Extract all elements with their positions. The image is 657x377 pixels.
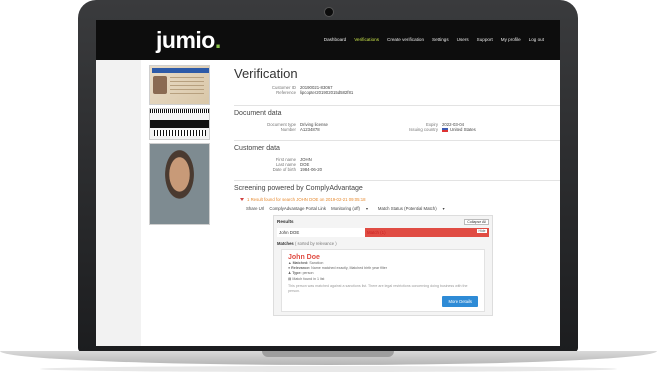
results-panel: Results Collapse All John DOE Match (1) … [273, 215, 493, 316]
screening-result-toggle[interactable]: 1 Result found for search JOHN DOE on 20… [240, 197, 560, 202]
monitoring-label: Monitoring (off) [331, 206, 360, 211]
screening-title: Screening powered by ComplyAdvantage [234, 185, 363, 192]
page-title: Verification [234, 66, 298, 81]
laptop-shadow [40, 366, 617, 372]
collapse-all-button[interactable]: Collapse All [464, 219, 489, 225]
matches-header: Matches ( sorted by relevance ) [277, 241, 489, 246]
license-back-magstripe [150, 120, 209, 128]
document-data-col-right: Expiry 2022-03-04 Issuing country United S… [384, 122, 476, 132]
caret-down-icon: ▼ [365, 207, 369, 211]
webcam-icon [324, 7, 334, 17]
monitoring-dropdown[interactable]: Monitoring (off) ▼ [331, 206, 373, 211]
nav-item-dashboard[interactable]: Dashboard [324, 37, 346, 42]
caret-down-icon: ▼ [441, 207, 446, 211]
dob-label: Date of birth [272, 167, 296, 172]
matched-value: Sanction [309, 261, 324, 265]
dob-value: 1984-06-20 [300, 167, 322, 172]
selfie-photo[interactable] [149, 143, 210, 225]
license-back-barcode [154, 130, 206, 136]
screening-section: Screening powered by ComplyAdvantage 1 R… [234, 180, 560, 316]
doc-number-value: A1234878 [300, 127, 320, 132]
laptop-notch [262, 351, 394, 357]
nav-item-log-out[interactable]: Log out [529, 37, 544, 42]
result-name: John DOE [277, 228, 365, 237]
license-photo [153, 76, 167, 94]
match-found-row: ▤ Match found in 1 list [288, 277, 478, 282]
match-note: This person was matched against a sancti… [288, 283, 468, 293]
document-data-section: Document data Document type Driving licen… [234, 105, 560, 132]
results-title: Results [277, 219, 294, 224]
customer-data-title: Customer data [234, 145, 280, 152]
nav-item-verifications[interactable]: Verifications [354, 37, 379, 42]
document-data-title: Document data [234, 110, 282, 117]
verification-ids: Customer ID 20190021-83067 Reference lipco… [234, 85, 560, 95]
match-card: John Doe ▲ Matched: Sanction ● Relevance… [281, 249, 485, 312]
document-data-grid: Document type Driving license Number A1234… [234, 122, 560, 132]
relevance-value: Name matched exactly, Matched birth year… [311, 266, 387, 271]
verification-details: Verification Customer ID 20190021-83067 R… [234, 60, 560, 316]
reference-label: Reference [276, 90, 296, 95]
reference-value: lipcopter201902015d582f81 [300, 90, 354, 95]
result-row[interactable]: John DOE Match (1) Hide [277, 228, 489, 237]
result-match-cell: Match (1) Hide [365, 228, 489, 237]
dob-row: Date of birth 1984-06-20 [234, 167, 560, 172]
hide-button[interactable]: Hide [477, 229, 487, 233]
reference-row: Reference lipcopter201902015d582f81 [234, 90, 560, 95]
match-status-label: Match Status (Potential Match) [377, 206, 437, 211]
logo-dot: . [214, 27, 221, 53]
document-data-col-left: Document type Driving license Number A1234… [234, 122, 384, 132]
expand-triangle-icon [240, 198, 244, 202]
more-details-wrap: More Details [288, 295, 478, 307]
license-front-image[interactable] [149, 65, 210, 105]
doc-number-label: Number [280, 127, 296, 132]
warning-icon: ▲ [288, 261, 292, 265]
nav-menu: Dashboard Verifications Create verificat… [324, 37, 544, 42]
screening-result-text: 1 Result found for search JOHN DOE on 20… [247, 197, 366, 202]
share-url-link[interactable]: Share Url [246, 206, 264, 211]
screening-options: Share Url ComplyAdvantage Portal Link Mo… [246, 206, 560, 211]
license-back-barcode-top [150, 109, 209, 113]
nav-item-create-verification[interactable]: Create verification [387, 37, 424, 42]
nav-item-my-profile[interactable]: My profile [501, 37, 521, 42]
result-match-text: Match (1) [367, 230, 386, 235]
more-details-button[interactable]: More Details [442, 295, 478, 307]
matches-sort-note: ( sorted by relevance ) [294, 241, 337, 246]
list-icon: ▤ [288, 276, 292, 281]
type-value: person [302, 271, 314, 276]
license-text-lines [170, 77, 204, 97]
doc-number-row: Number A1234878 [234, 127, 384, 132]
document-images [149, 65, 210, 225]
customer-data-section: Customer data First name JOHN Last name DO… [234, 140, 560, 172]
type-label: Type: [292, 271, 302, 276]
laptop-screen: jumio. Dashboard Verifications Create ve… [96, 20, 560, 346]
logo-text: jumio [156, 27, 215, 53]
country-label: Issuing country [409, 127, 438, 132]
match-status-dropdown[interactable]: Match Status (Potential Match) ▼ [378, 206, 449, 211]
license-header-band [152, 68, 209, 73]
nav-item-users[interactable]: Users [457, 37, 469, 42]
laptop-lid: jumio. Dashboard Verifications Create ve… [78, 0, 578, 352]
matched-label: Matched: [292, 261, 309, 265]
nav-item-support[interactable]: Support [477, 37, 493, 42]
relevance-label: Relevance: [291, 266, 311, 271]
match-name[interactable]: John Doe [288, 254, 478, 261]
verification-page: Verification Customer ID 20190021-83067 R… [141, 60, 560, 346]
portal-link[interactable]: ComplyAdvantage Portal Link [269, 206, 326, 211]
license-back-image[interactable] [149, 108, 210, 140]
info-icon: ● [288, 266, 291, 271]
nav-item-settings[interactable]: Settings [432, 37, 449, 42]
jumio-logo[interactable]: jumio. [156, 27, 221, 54]
country-row: Issuing country United States [384, 127, 476, 132]
top-navbar: jumio. Dashboard Verifications Create ve… [96, 20, 560, 60]
matches-label: Matches [277, 241, 294, 246]
person-icon: ♟ [288, 271, 292, 276]
country-value: United States [450, 127, 476, 132]
results-header: Results Collapse All [277, 219, 489, 225]
match-found-value: Match found in 1 list [292, 276, 325, 281]
us-flag-icon [442, 127, 448, 132]
